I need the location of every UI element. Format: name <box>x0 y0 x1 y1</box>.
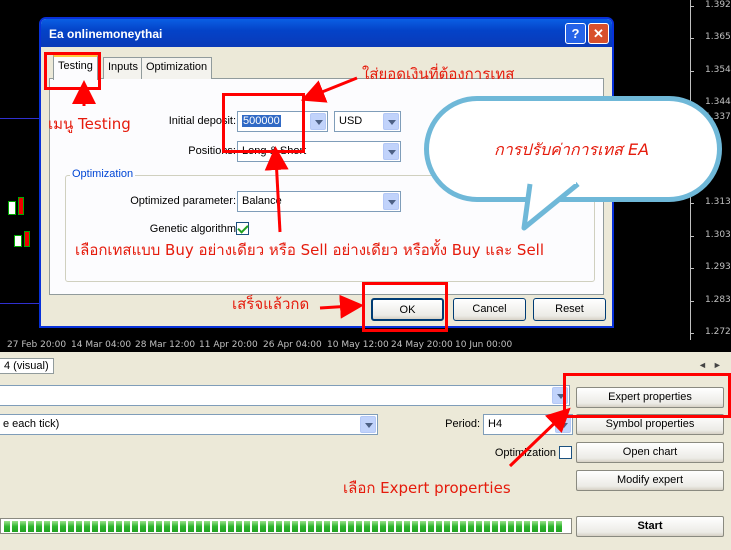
arrow-to-ok <box>319 294 364 319</box>
arrow-to-positions <box>264 146 289 233</box>
annotation-arrows <box>72 76 571 468</box>
arrow-to-expert-properties <box>508 407 571 468</box>
arrow-to-deposit <box>300 76 358 103</box>
